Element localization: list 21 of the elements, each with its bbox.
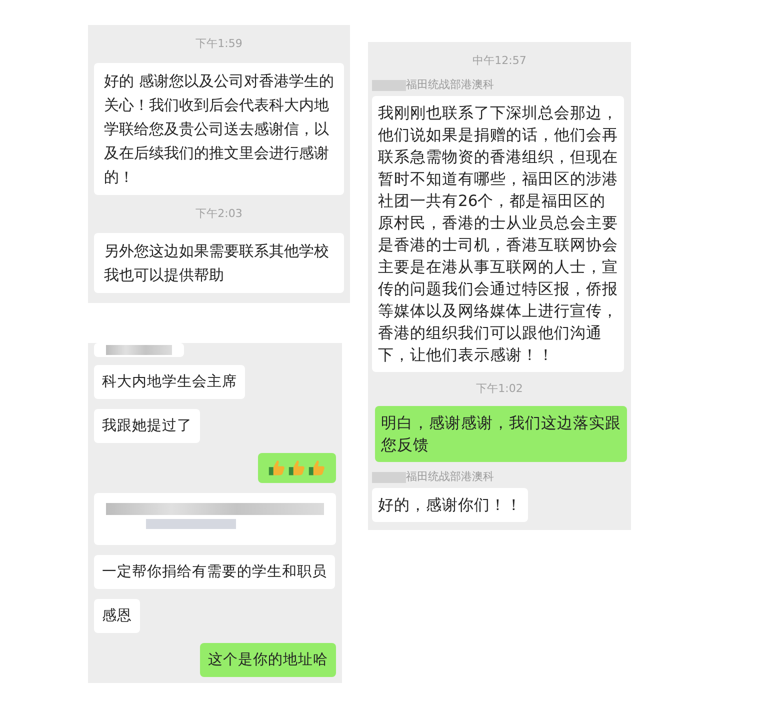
message-bubble: 好的，感谢你们！！ [372, 488, 528, 522]
message-bubble: 我刚刚也联系了下深圳总会那边，他们说如果是捐赠的话，他们会再联系急需物资的香港组织，但现在暂时不知道有哪些，福田区的涉港社团一共有26个，都是福田区的原村民，香港的士从业员总会主要是香港的士司机，香港互联网协会主要是在港从事互联网的人士，宣传的问题我们会通过特区报，侨报等媒体以及网络媒体上进行宣传，香港的组织我们可以跟他们沟通下，让他们表示感谢！！ [372, 96, 624, 372]
sender-name: 福田统战部港澳科 [406, 470, 494, 484]
redacted-name [372, 472, 406, 482]
thumbs-up-icon [308, 459, 326, 477]
message-bubble: 明白，感谢感谢，我们这边落实跟您反馈 [375, 406, 627, 462]
message-bubble: 科大内地学生会主席 [94, 365, 245, 399]
message-bubble: 一定帮你捐给有需要的学生和职员 [94, 555, 335, 589]
timestamp: 中午12:57 [472, 54, 526, 68]
timestamp: 下午1:59 [196, 37, 242, 51]
thumbs-up-icon [288, 459, 306, 477]
message-bubble: 这个是你的地址哈 [200, 643, 336, 677]
sender-name: 福田统战部港澳科 [406, 78, 494, 92]
thumbs-up-icon [268, 459, 286, 477]
redacted-name [372, 80, 406, 90]
timestamp: 下午2:03 [196, 207, 242, 221]
timestamp: 下午1:02 [476, 382, 523, 396]
message-bubble: 另外您这边如果需要联系其他学校我也可以提供帮助 [94, 233, 344, 293]
message-bubble: 感恩 [94, 599, 140, 633]
message-bubble: 好的 感谢您以及公司对香港学生的关心！我们收到后会代表科大内地学联给您及贵公司送去感谢信，以及在后续我们的推文里会进行感谢的！ [94, 63, 344, 195]
message-bubble: 我跟她提过了 [94, 409, 200, 443]
